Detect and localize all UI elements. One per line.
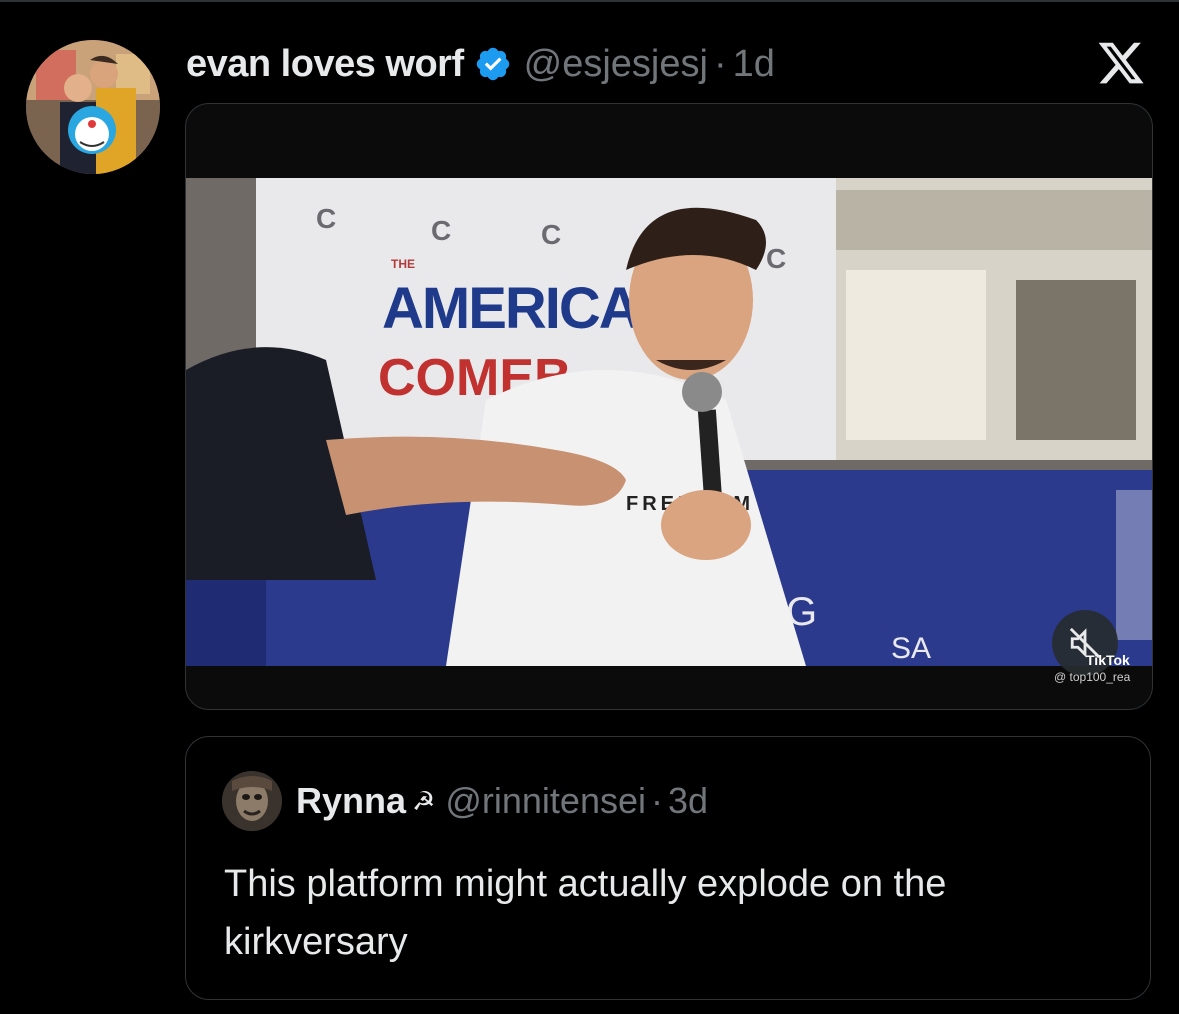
author-avatar[interactable]: [26, 40, 160, 174]
svg-text:C: C: [766, 243, 786, 274]
tiktok-watermark: TikTok: [1086, 652, 1130, 668]
top-divider: [0, 0, 1179, 2]
quoted-post[interactable]: Rynna ☭ @rinnitensei · 3d This platform …: [185, 736, 1151, 1000]
quoted-separator-dot: ·: [650, 780, 663, 821]
video-player[interactable]: CCCC THE AMERICAN COMEB fy G SA FREEDOM: [185, 103, 1153, 710]
svg-text:C: C: [316, 203, 336, 234]
video-frame: CCCC THE AMERICAN COMEB fy G SA FREEDOM: [186, 170, 1152, 666]
post-timestamp[interactable]: 1d: [733, 43, 775, 86]
quoted-post-header: Rynna ☭ @rinnitensei · 3d: [222, 771, 708, 831]
tiktok-username: @ top100_rea: [1054, 670, 1131, 684]
quoted-author-handle[interactable]: @rinnitensei: [445, 780, 646, 822]
post-header: evan loves worf @esjesjesj · 1d: [186, 36, 775, 92]
banner-text-the: THE: [391, 257, 415, 271]
banner-text-right2: SA: [891, 632, 931, 665]
quoted-avatar-photo: [222, 771, 282, 831]
quoted-author-avatar[interactable]: [222, 771, 282, 831]
verified-badge-icon[interactable]: [474, 45, 512, 83]
author-handle[interactable]: @esjesjesj: [524, 43, 708, 86]
quoted-post-timestamp[interactable]: 3d: [668, 780, 708, 822]
separator-dot: ·: [713, 42, 727, 85]
x-logo-icon[interactable]: [1096, 38, 1146, 88]
author-name[interactable]: evan loves worf: [186, 43, 464, 86]
avatar-photo: [26, 40, 160, 174]
quoted-author-name[interactable]: Rynna: [296, 780, 406, 822]
svg-text:C: C: [541, 219, 561, 250]
quoted-post-text: This platform might actually explode on …: [224, 863, 947, 963]
svg-text:C: C: [431, 215, 451, 246]
hammer-sickle-icon: ☭: [412, 785, 436, 816]
